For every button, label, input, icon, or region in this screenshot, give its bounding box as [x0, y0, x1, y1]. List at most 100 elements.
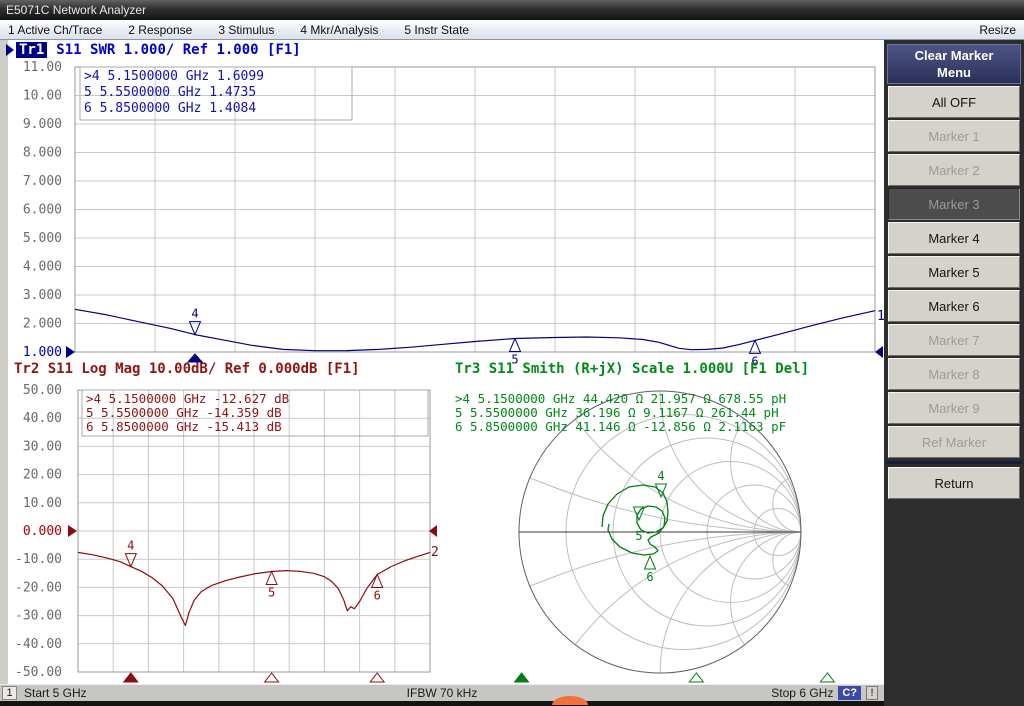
tr1-y-axis-label: 11.00 — [23, 60, 62, 75]
marker-6-symbol: 6 — [645, 556, 656, 584]
softkey-marker-3[interactable]: Marker 3 — [888, 188, 1020, 220]
alert-indicator: ! — [866, 686, 878, 700]
tr2-y-axis-label: 30.00 — [23, 439, 62, 454]
softkey-marker-1: Marker 1 — [888, 120, 1020, 152]
active-trace-indicator-icon — [6, 44, 14, 56]
softkey-marker-7: Marker 7 — [888, 324, 1020, 356]
tr1-badge: Tr1 — [16, 42, 47, 58]
tr1-y-axis-label: 2.000 — [23, 317, 62, 332]
menu-bar: 1 Active Ch/Trace 2 Response 3 Stimulus 4 M… — [0, 20, 1024, 40]
marker-4-symbol: 4 — [125, 539, 136, 567]
menu-item-5-instr-state[interactable]: 5 Instr State — [404, 23, 469, 37]
tr1-y-axis-label: 4.000 — [23, 260, 62, 275]
tr2-marker-table-row: 5 5.5500000 GHz -14.359 dB — [86, 405, 282, 420]
left-frame-strip — [0, 40, 8, 684]
tr2-trace-number: 2 — [431, 545, 439, 560]
tr1-y-axis-label: 10.00 — [23, 89, 62, 104]
tr1-ref-arrow-left — [66, 346, 75, 358]
stimulus-marker-triangle — [265, 673, 279, 682]
stimulus-marker-triangle — [370, 673, 384, 682]
tr1-marker-table-row: 6 5.8500000 GHz 1.4084 — [84, 101, 256, 116]
softkey-menu-title-line1: Clear Marker — [888, 47, 1020, 64]
tr2-y-axis-label: -50.00 — [15, 665, 62, 680]
tr1-trace-number: 1 — [877, 309, 884, 324]
start-frequency-label: Start 5 GHz — [24, 686, 87, 700]
tr1-y-axis-label: 6.000 — [23, 203, 62, 218]
tr1-y-axis-label: 3.000 — [23, 288, 62, 303]
marker-5-symbol: 5 — [266, 571, 277, 599]
stimulus-marker-triangle — [515, 673, 529, 682]
menu-items: 1 Active Ch/Trace 2 Response 3 Stimulus 4 M… — [8, 23, 979, 37]
softkey-ref-marker: Ref Marker — [888, 426, 1020, 458]
stimulus-marker-triangle — [124, 673, 138, 682]
tr2-y-axis-label: 10.00 — [23, 496, 62, 511]
menu-item-3-stimulus[interactable]: 3 Stimulus — [218, 23, 274, 37]
resize-button[interactable]: Resize — [979, 23, 1016, 37]
svg-text:4: 4 — [191, 307, 198, 321]
menu-item-4-mkr-analysis[interactable]: 4 Mkr/Analysis — [300, 23, 378, 37]
tr1-marker-table-row: >4 5.1500000 GHz 1.6099 — [84, 69, 264, 84]
menu-item-1-active-ch-trace[interactable]: 1 Active Ch/Trace — [8, 23, 102, 37]
tr3-header[interactable]: Tr3 S11 Smith (R+jX) Scale 1.000U [F1 De… — [455, 361, 809, 377]
tr1-y-axis-label: 9.000 — [23, 117, 62, 132]
softkey-sidebar: Clear Marker Menu All OFFMarker 1Marker … — [884, 40, 1024, 706]
stimulus-marker-triangle — [820, 673, 834, 682]
softkey-marker-4[interactable]: Marker 4 — [888, 222, 1020, 254]
marker-4-symbol: 4 — [190, 307, 201, 335]
tr3-marker-table-row: 5 5.5500000 GHz 36.196 Ω 9.1167 Ω 261.44… — [455, 405, 779, 420]
tr1-y-axis-label: 1.000 — [23, 345, 62, 360]
measurement-area: 4 5 6 1 11.00 10.00 9.000 8.000 7.000 6.000 5.000 4… — [0, 40, 884, 684]
title-bar: E5071C Network Analyzer — [0, 0, 1024, 20]
svg-text:5: 5 — [635, 529, 642, 543]
tr3-marker-table-row: 6 5.8500000 GHz 41.146 Ω -12.856 Ω 2.116… — [455, 419, 786, 434]
tr3-trace — [602, 485, 668, 555]
tr3-marker-table-row: >4 5.1500000 GHz 44.420 Ω 21.957 Ω 678.5… — [455, 391, 786, 406]
softkey-marker-2: Marker 2 — [888, 154, 1020, 186]
softkey-divider — [886, 461, 1022, 464]
tr1-header-text: S11 SWR 1.000/ Ref 1.000 [F1] — [56, 42, 300, 58]
softkey-menu-title-line2: Menu — [888, 64, 1020, 81]
tr2-y-axis-label: 20.00 — [23, 468, 62, 483]
window-title: E5071C Network Analyzer — [6, 3, 146, 17]
svg-text:4: 4 — [127, 539, 134, 553]
stimulus-marker-triangle — [689, 673, 703, 682]
stop-frequency-label: Stop 6 GHz — [771, 686, 833, 700]
tr1-ref-arrow-right — [875, 346, 883, 358]
ifbw-label: IFBW 70 kHz — [407, 686, 478, 700]
status-bar: 1 Start 5 GHz IFBW 70 kHz Stop 6 GHz C? … — [0, 684, 884, 701]
marker-6-symbol: 6 — [372, 574, 383, 602]
softkey-menu-title: Clear Marker Menu — [887, 44, 1021, 84]
network-analyzer-window: E5071C Network Analyzer 1 Active Ch/Trac… — [0, 0, 1024, 706]
svg-text:4: 4 — [657, 469, 664, 483]
tr2-y-axis-label: -30.00 — [15, 609, 62, 624]
softkey-marker-8: Marker 8 — [888, 358, 1020, 390]
softkey-all-off[interactable]: All OFF — [888, 86, 1020, 118]
tr1-y-axis-label: 5.000 — [23, 231, 62, 246]
tr2-y-axis-label: 40.00 — [23, 411, 62, 426]
svg-text:6: 6 — [646, 570, 653, 584]
tr2-y-axis-label: -40.00 — [15, 637, 62, 652]
tr2-marker-table-row: >4 5.1500000 GHz -12.627 dB — [86, 391, 289, 406]
tr1-y-axis-label: 7.000 — [23, 174, 62, 189]
correction-status-badge: C? — [838, 686, 861, 700]
tr2-ref-arrow-left — [68, 525, 77, 537]
softkey-marker-9: Marker 9 — [888, 392, 1020, 424]
menu-item-2-response[interactable]: 2 Response — [128, 23, 192, 37]
svg-text:5: 5 — [268, 585, 275, 599]
tr2-y-axis-label: -10.00 — [15, 552, 62, 567]
tr2-y-axis-label: 0.000 — [23, 524, 62, 539]
tr1-marker-table-row: 5 5.5500000 GHz 1.4735 — [84, 85, 256, 100]
tr2-header[interactable]: Tr2 S11 Log Mag 10.00dB/ Ref 0.000dB [F1… — [14, 361, 360, 377]
softkey-return[interactable]: Return — [888, 467, 1020, 499]
softkey-marker-6[interactable]: Marker 6 — [888, 290, 1020, 322]
tr2-y-axis-label: -20.00 — [15, 580, 62, 595]
softkey-marker-5[interactable]: Marker 5 — [888, 256, 1020, 288]
tr1-header[interactable]: Tr1 S11 SWR 1.000/ Ref 1.000 [F1] — [6, 42, 301, 58]
channel-number-box: 1 — [2, 686, 17, 700]
softkey-list: All OFFMarker 1Marker 2Marker 3Marker 4M… — [884, 86, 1024, 499]
tr1-y-axis-label: 8.000 — [23, 146, 62, 161]
svg-text:6: 6 — [374, 588, 381, 602]
tr2-marker-table-row: 6 5.8500000 GHz -15.413 dB — [86, 419, 282, 434]
bottom-edge-strip — [0, 701, 1024, 706]
tr2-y-axis-label: 50.00 — [23, 383, 62, 398]
